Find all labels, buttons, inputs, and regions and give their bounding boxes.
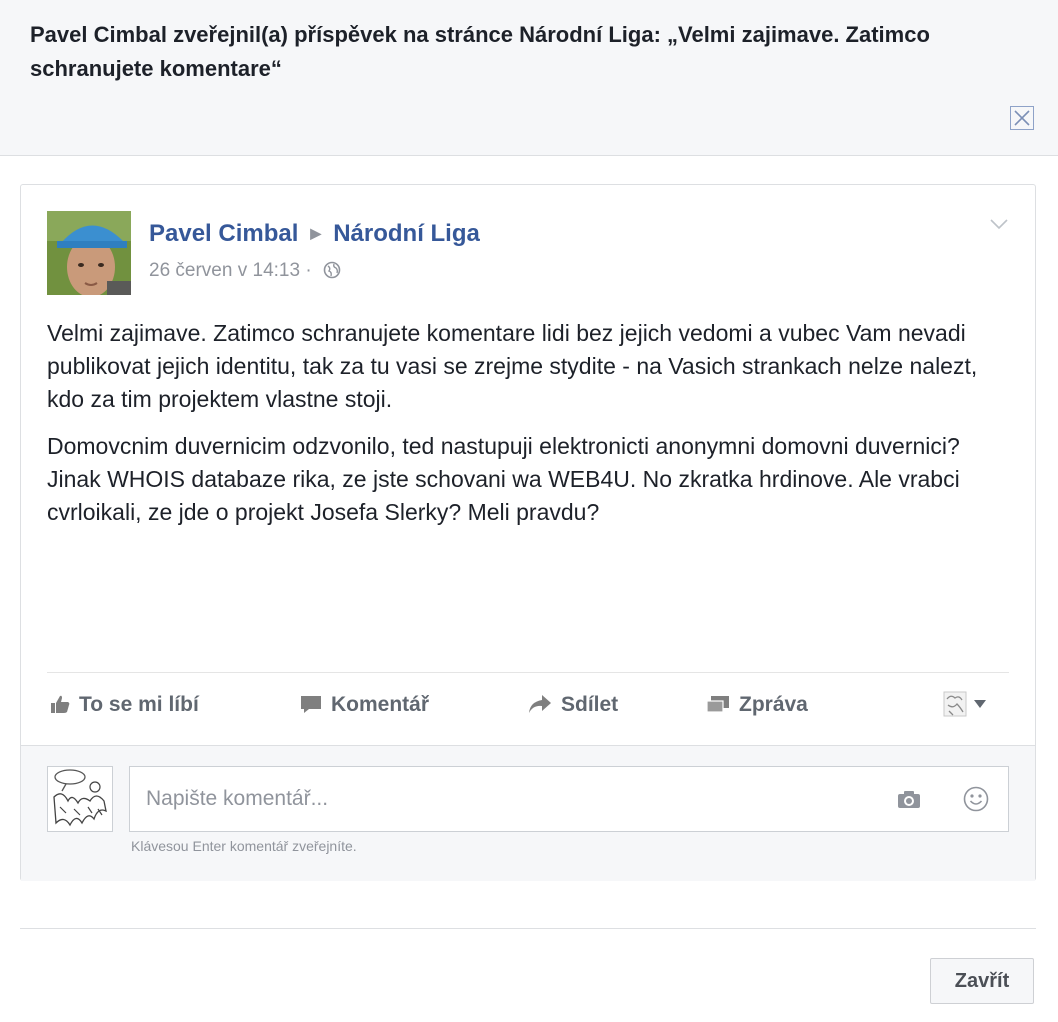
globe-icon[interactable] xyxy=(323,260,341,288)
chevron-down-icon[interactable] xyxy=(989,217,1009,236)
author-avatar[interactable] xyxy=(47,211,131,295)
post-body: Velmi zajimave. Zatimco schranujete kome… xyxy=(47,317,1007,543)
meta-separator: · xyxy=(305,260,312,281)
like-button[interactable]: To se mi líbí xyxy=(49,685,199,725)
post-timestamp[interactable]: 26 červen v 14:13 xyxy=(149,260,300,281)
profile-thumbnail-icon xyxy=(943,691,967,717)
post-paragraph: Domovcnim duvernicim odzvonilo, ted nast… xyxy=(47,433,960,525)
comment-area: Napište komentář... Klávesou Enter komen… xyxy=(21,745,1035,881)
caret-down-icon xyxy=(974,700,987,708)
arrow-right-icon: ▶ xyxy=(310,225,322,241)
share-button[interactable]: Sdílet xyxy=(527,685,618,725)
actions-divider xyxy=(47,672,1009,673)
emoji-smile-icon[interactable] xyxy=(962,785,990,818)
post-meta: 26 červen v 14:13 · xyxy=(149,257,341,285)
commenter-avatar[interactable] xyxy=(47,766,113,832)
close-x-icon[interactable] xyxy=(1010,106,1034,130)
comment-hint: Klávesou Enter komentář zveřejníte. xyxy=(131,838,357,854)
share-label: Sdílet xyxy=(561,693,619,716)
message-button[interactable]: Zpráva xyxy=(705,685,808,725)
footer-divider xyxy=(20,928,1036,929)
author-name-link[interactable]: Pavel Cimbal xyxy=(149,220,298,247)
reaction-selector[interactable] xyxy=(943,691,987,722)
dialog-header: Pavel Cimbal zveřejnil(a) příspěvek na s… xyxy=(0,0,1058,156)
target-page-link[interactable]: Národní Liga xyxy=(333,220,480,247)
close-button[interactable]: Zavřít xyxy=(930,958,1034,1004)
comment-label: Komentář xyxy=(331,693,430,716)
comment-input[interactable]: Napište komentář... xyxy=(129,766,1009,832)
comment-placeholder: Napište komentář... xyxy=(146,787,329,810)
camera-icon[interactable] xyxy=(896,788,922,815)
message-label: Zpráva xyxy=(739,693,808,716)
like-label: To se mi líbí xyxy=(79,693,199,716)
comment-button[interactable]: Komentář xyxy=(299,685,429,725)
message-icon xyxy=(706,696,729,713)
post-paragraph: Velmi zajimave. Zatimco schranujete kome… xyxy=(47,320,978,412)
post-header: Pavel Cimbal ▶ Národní Liga xyxy=(149,215,480,251)
thumbs-up-icon xyxy=(51,695,70,713)
post-card: Pavel Cimbal ▶ Národní Liga 26 červen v 14… xyxy=(20,184,1036,881)
share-arrow-icon xyxy=(529,695,551,713)
comment-bubble-icon xyxy=(301,696,321,713)
dialog-title: Pavel Cimbal zveřejnil(a) příspěvek na s… xyxy=(30,22,930,81)
